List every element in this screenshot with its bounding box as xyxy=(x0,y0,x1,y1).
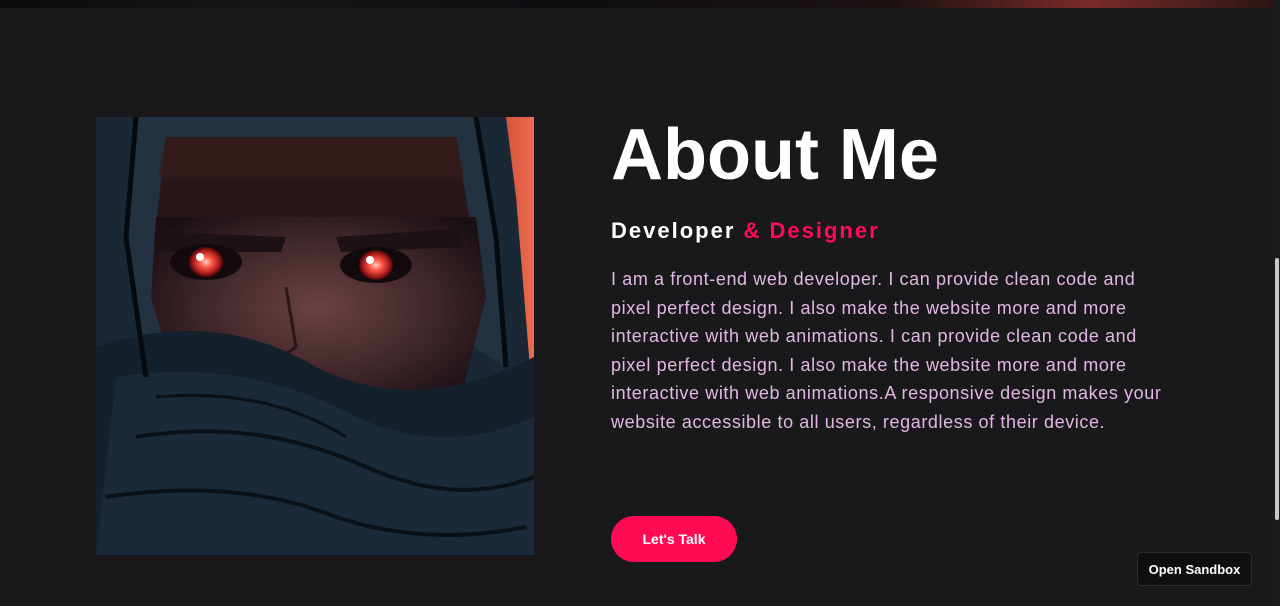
scrollbar-thumb[interactable] xyxy=(1275,258,1279,520)
top-image-strip xyxy=(0,0,1280,8)
subtitle-role-primary: Developer xyxy=(611,218,736,243)
about-content: About Me Developer & Designer I am a fro… xyxy=(611,115,1191,454)
about-bio-text: I am a front-end web developer. I can pr… xyxy=(611,269,1162,432)
about-subtitle: Developer & Designer xyxy=(611,215,1191,247)
about-title: About Me xyxy=(611,115,939,195)
open-sandbox-button[interactable]: Open Sandbox xyxy=(1137,552,1252,586)
profile-portrait-image xyxy=(96,117,534,555)
subtitle-role-accent: & Designer xyxy=(743,218,880,243)
lets-talk-button[interactable]: Let's Talk xyxy=(611,516,737,562)
page-scrollbar[interactable] xyxy=(1274,0,1280,606)
